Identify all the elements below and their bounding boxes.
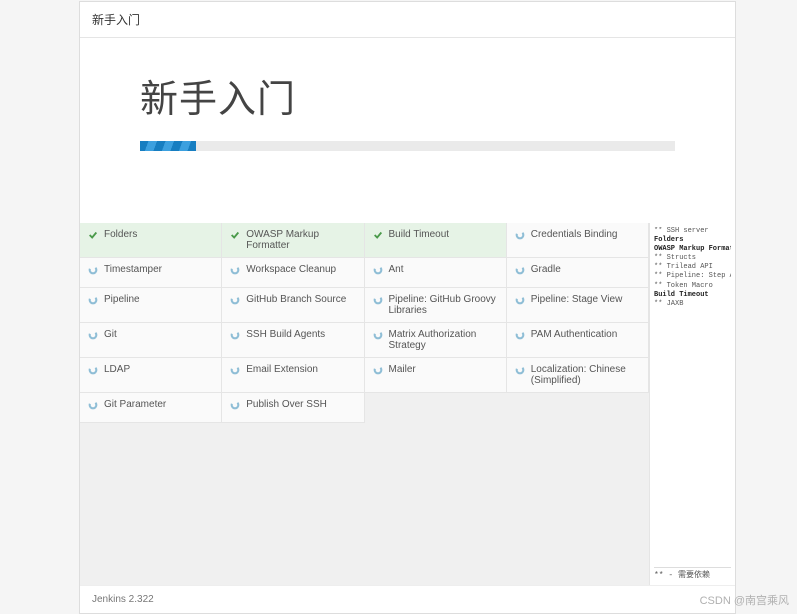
spinner-icon bbox=[373, 295, 383, 305]
plugin-cell: Git Parameter bbox=[80, 393, 222, 423]
plugin-name: Pipeline bbox=[104, 294, 140, 305]
plugin-cell: Folders bbox=[80, 223, 222, 258]
plugin-cell: PAM Authentication bbox=[507, 323, 649, 358]
spinner-icon bbox=[373, 365, 383, 375]
plugin-cell: Credentials Binding bbox=[507, 223, 649, 258]
plugin-cell: Gradle bbox=[507, 258, 649, 288]
plugin-cell: Email Extension bbox=[222, 358, 364, 393]
plugin-name: Timestamper bbox=[104, 264, 162, 275]
log-line: Build Timeout bbox=[654, 291, 731, 300]
spinner-icon bbox=[88, 295, 98, 305]
plugin-name: Workspace Cleanup bbox=[246, 264, 336, 275]
log-panel: ** SSH serverFoldersOWASP Markup Formatt… bbox=[649, 223, 735, 585]
progress-bar bbox=[140, 141, 675, 151]
plugin-name: Ant bbox=[389, 264, 404, 275]
plugin-cell: Localization: Chinese (Simplified) bbox=[507, 358, 649, 393]
spinner-icon bbox=[515, 365, 525, 375]
watermark: CSDN @南宫乘风 bbox=[700, 592, 789, 608]
plugin-name: Publish Over SSH bbox=[246, 399, 327, 410]
plugin-name: Build Timeout bbox=[389, 229, 450, 240]
spinner-icon bbox=[373, 330, 383, 340]
log-footer: ** - 需要依赖 bbox=[654, 567, 731, 581]
plugin-name: PAM Authentication bbox=[531, 329, 618, 340]
plugin-cell: Workspace Cleanup bbox=[222, 258, 364, 288]
spinner-icon bbox=[230, 330, 240, 340]
spinner-icon bbox=[230, 295, 240, 305]
check-icon bbox=[88, 230, 98, 240]
plugin-cell: Build Timeout bbox=[365, 223, 507, 258]
check-icon bbox=[373, 230, 383, 240]
plugin-name: Pipeline: GitHub Groovy Libraries bbox=[389, 294, 500, 316]
plugin-cell: Mailer bbox=[365, 358, 507, 393]
spinner-icon bbox=[373, 265, 383, 275]
plugin-cell: OWASP Markup Formatter bbox=[222, 223, 364, 258]
plugin-name: Email Extension bbox=[246, 364, 318, 375]
plugin-name: Pipeline: Stage View bbox=[531, 294, 623, 305]
log-line: ** Structs bbox=[654, 254, 731, 263]
plugin-name: Gradle bbox=[531, 264, 561, 275]
plugin-cell: Timestamper bbox=[80, 258, 222, 288]
plugin-name: Folders bbox=[104, 229, 137, 240]
plugin-cell: Pipeline: GitHub Groovy Libraries bbox=[365, 288, 507, 323]
log-line: OWASP Markup Formatter bbox=[654, 245, 731, 254]
progress-fill bbox=[140, 141, 196, 151]
plugin-name: OWASP Markup Formatter bbox=[246, 229, 357, 251]
spinner-icon bbox=[230, 400, 240, 410]
version-label: Jenkins 2.322 bbox=[92, 594, 154, 605]
log-line: ** Trilead API bbox=[654, 263, 731, 272]
topbar: 新手入门 bbox=[80, 2, 735, 38]
spinner-icon bbox=[230, 265, 240, 275]
plugin-name: Mailer bbox=[389, 364, 416, 375]
log-lines: ** SSH serverFoldersOWASP Markup Formatt… bbox=[654, 227, 731, 563]
page-title: 新手入门 bbox=[140, 68, 675, 123]
plugin-cell: Publish Over SSH bbox=[222, 393, 364, 423]
plugin-name: Credentials Binding bbox=[531, 229, 618, 240]
topbar-title: 新手入门 bbox=[92, 11, 140, 28]
plugin-grid: Folders OWASP Markup Formatter Build Timeo… bbox=[80, 223, 649, 585]
plugin-cell: GitHub Branch Source bbox=[222, 288, 364, 323]
spacer bbox=[80, 163, 735, 223]
plugin-cell: Ant bbox=[365, 258, 507, 288]
plugin-cell: LDAP bbox=[80, 358, 222, 393]
plugin-name: Matrix Authorization Strategy bbox=[389, 329, 500, 351]
plugin-name: SSH Build Agents bbox=[246, 329, 325, 340]
plugin-cell: SSH Build Agents bbox=[222, 323, 364, 358]
plugin-cell: Matrix Authorization Strategy bbox=[365, 323, 507, 358]
spinner-icon bbox=[88, 330, 98, 340]
spinner-icon bbox=[515, 230, 525, 240]
log-line: ** SSH server bbox=[654, 227, 731, 236]
content-row: FoldersOWASP Markup FormatterBuild Timeo… bbox=[80, 223, 735, 585]
plugin-cell: Git bbox=[80, 323, 222, 358]
log-line: ** Token Macro bbox=[654, 282, 731, 291]
plugin-name: LDAP bbox=[104, 364, 130, 375]
plugin-cell: Pipeline: Stage View bbox=[507, 288, 649, 323]
header-area: 新手入门 bbox=[80, 38, 735, 163]
plugin-name: GitHub Branch Source bbox=[246, 294, 346, 305]
spinner-icon bbox=[515, 265, 525, 275]
spinner-icon bbox=[515, 330, 525, 340]
spinner-icon bbox=[230, 365, 240, 375]
log-line: ** JAXB bbox=[654, 300, 731, 309]
spinner-icon bbox=[88, 365, 98, 375]
plugin-name: Git bbox=[104, 329, 117, 340]
installer-window: 新手入门 新手入门 FoldersOWASP Markup FormatterB… bbox=[79, 1, 736, 614]
spinner-icon bbox=[88, 400, 98, 410]
plugin-name: Git Parameter bbox=[104, 399, 166, 410]
check-icon bbox=[230, 230, 240, 240]
plugin-cell: Pipeline bbox=[80, 288, 222, 323]
plugin-name: Localization: Chinese (Simplified) bbox=[531, 364, 642, 386]
spinner-icon bbox=[88, 265, 98, 275]
footer: Jenkins 2.322 bbox=[80, 585, 735, 613]
log-line: Folders bbox=[654, 236, 731, 245]
log-line: ** Pipeline: Step API bbox=[654, 272, 731, 281]
spinner-icon bbox=[515, 295, 525, 305]
